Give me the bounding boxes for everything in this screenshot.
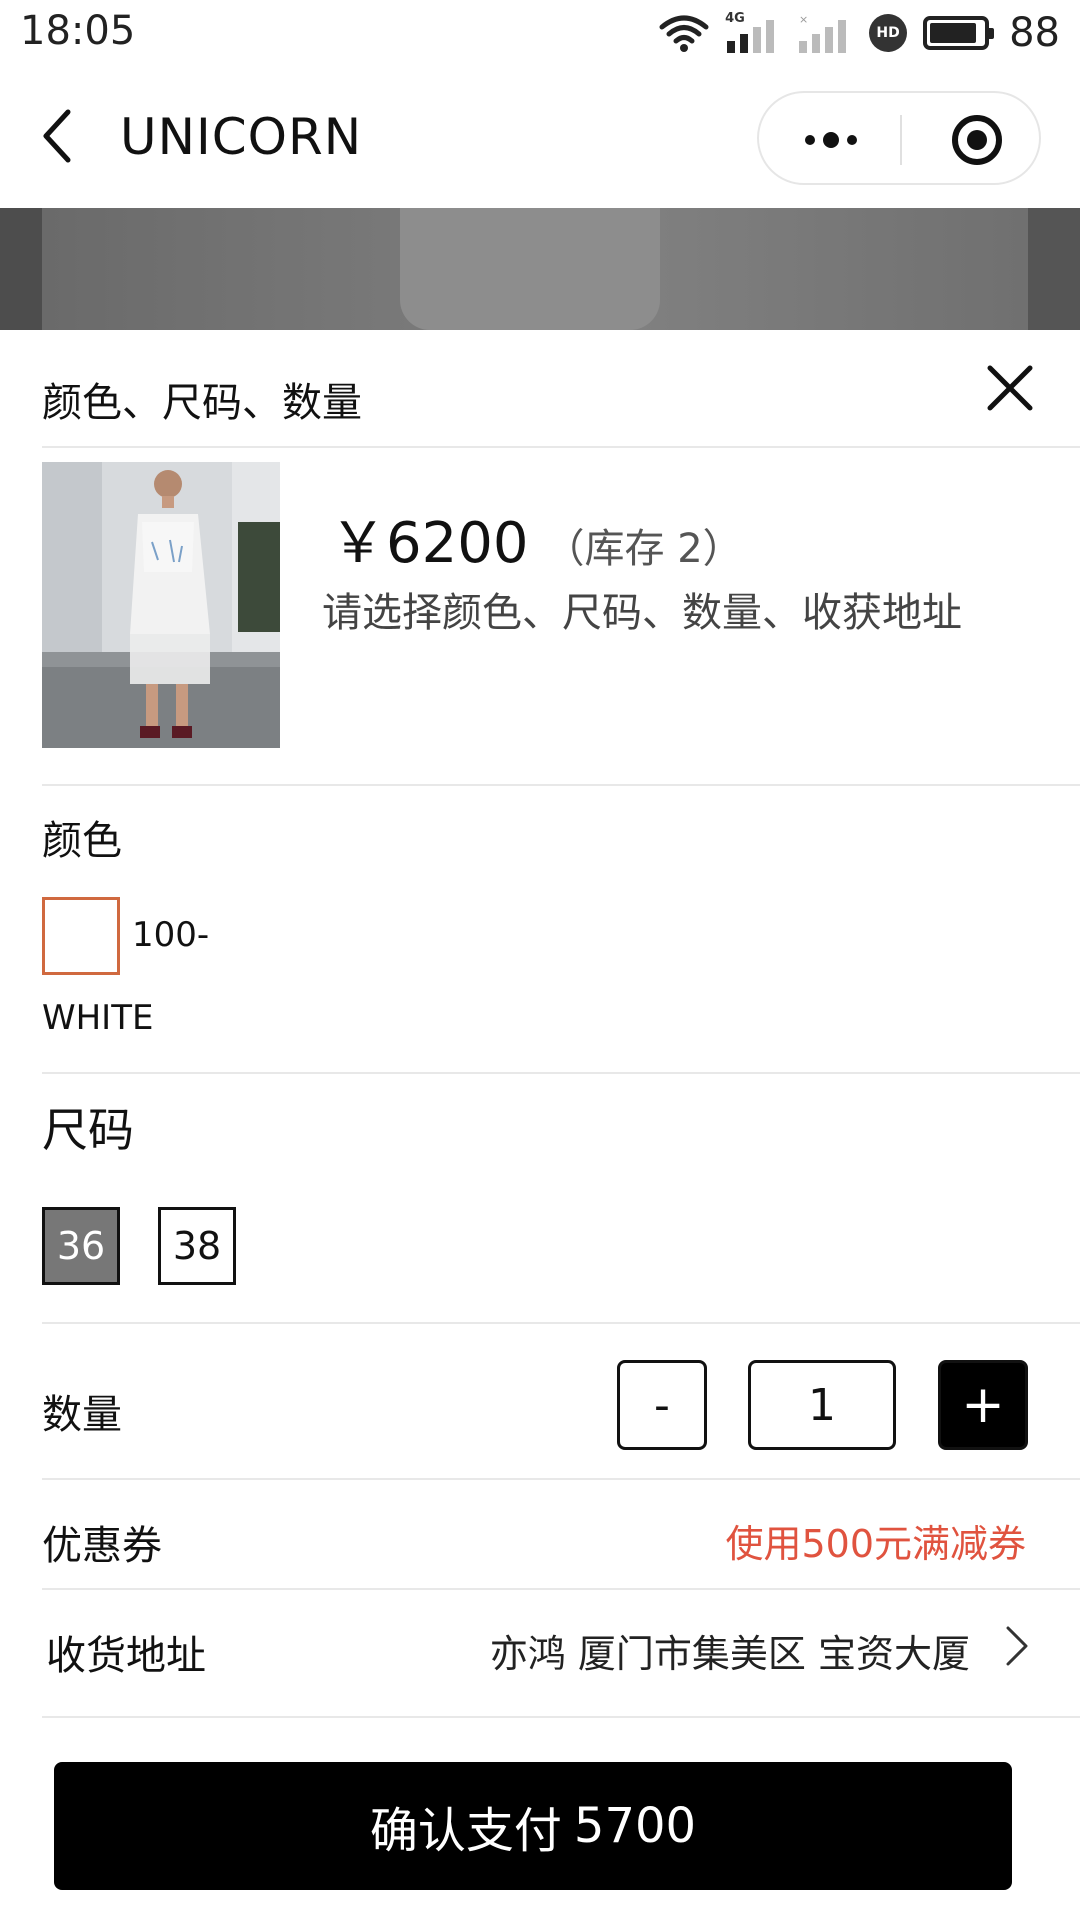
battery-level: 88 xyxy=(1009,10,1060,56)
divider xyxy=(42,1072,1080,1074)
divider xyxy=(42,1716,1080,1718)
status-icons: 4G × HD 88 xyxy=(659,8,1060,58)
quantity-minus-button[interactable]: - xyxy=(617,1360,707,1450)
nav-bar: UNICORN xyxy=(0,66,1080,208)
address-label: 收货地址 xyxy=(46,1633,206,1679)
quantity-value[interactable]: 1 xyxy=(748,1360,896,1450)
color-option-swatch[interactable] xyxy=(42,897,120,975)
divider xyxy=(42,1478,1080,1480)
divider xyxy=(42,784,1080,786)
sku-selection-sheet: 颜色、尺码、数量 ￥6200 （库存 2） 请选择颜色、尺码、数量、收获地址 颜… xyxy=(0,330,1080,1920)
divider xyxy=(42,446,1080,448)
signal-empty-icon: × xyxy=(799,13,847,53)
color-option-name[interactable]: 100- xyxy=(132,915,209,955)
size-option-36[interactable]: 36 xyxy=(42,1207,120,1285)
size-label: 尺码 xyxy=(42,1103,134,1157)
page-title: UNICORN xyxy=(120,108,363,166)
svg-text:×: × xyxy=(799,13,808,26)
product-price: ￥6200 xyxy=(330,511,529,576)
close-icon[interactable] xyxy=(984,362,1036,414)
target-circle-icon[interactable] xyxy=(952,115,1002,165)
more-dots-icon[interactable] xyxy=(799,115,863,165)
quantity-label: 数量 xyxy=(42,1392,122,1438)
selection-hint: 请选择颜色、尺码、数量、收获地址 xyxy=(322,590,962,636)
wifi-icon xyxy=(659,15,709,52)
divider xyxy=(42,1322,1080,1324)
mini-program-capsule xyxy=(757,91,1041,185)
quantity-plus-button[interactable]: + xyxy=(938,1360,1028,1450)
coupon-value[interactable]: 使用500元满减券 xyxy=(725,1513,1026,1568)
chevron-left-icon[interactable] xyxy=(38,106,78,166)
divider xyxy=(42,1588,1080,1590)
address-value[interactable]: 亦鸿 厦门市集美区 宝资大厦 xyxy=(490,1623,970,1678)
hd-icon: HD xyxy=(869,14,908,52)
price-row: ￥6200 （库存 2） xyxy=(330,498,743,579)
status-bar: 18:05 4G × HD 88 xyxy=(0,0,1080,66)
confirm-pay-button[interactable]: 确认支付 5700 xyxy=(54,1762,1012,1890)
capsule-divider xyxy=(900,115,902,165)
signal-icon: 4G xyxy=(725,11,781,53)
pay-button-label: 确认支付 xyxy=(369,1803,562,1859)
size-option-38[interactable]: 38 xyxy=(158,1207,236,1285)
background-product-photo xyxy=(0,208,1080,330)
status-time: 18:05 xyxy=(20,8,136,54)
color-label: 颜色 xyxy=(42,818,122,864)
product-thumbnail[interactable] xyxy=(42,462,280,748)
chevron-right-icon[interactable] xyxy=(1002,1622,1032,1672)
coupon-label: 优惠券 xyxy=(42,1523,162,1569)
pay-button-amount: 5700 xyxy=(573,1798,697,1854)
product-stock: （库存 2） xyxy=(544,526,743,572)
color-option-name-cont[interactable]: WHITE xyxy=(42,998,153,1038)
sheet-title: 颜色、尺码、数量 xyxy=(42,380,362,426)
battery-icon xyxy=(923,16,995,50)
